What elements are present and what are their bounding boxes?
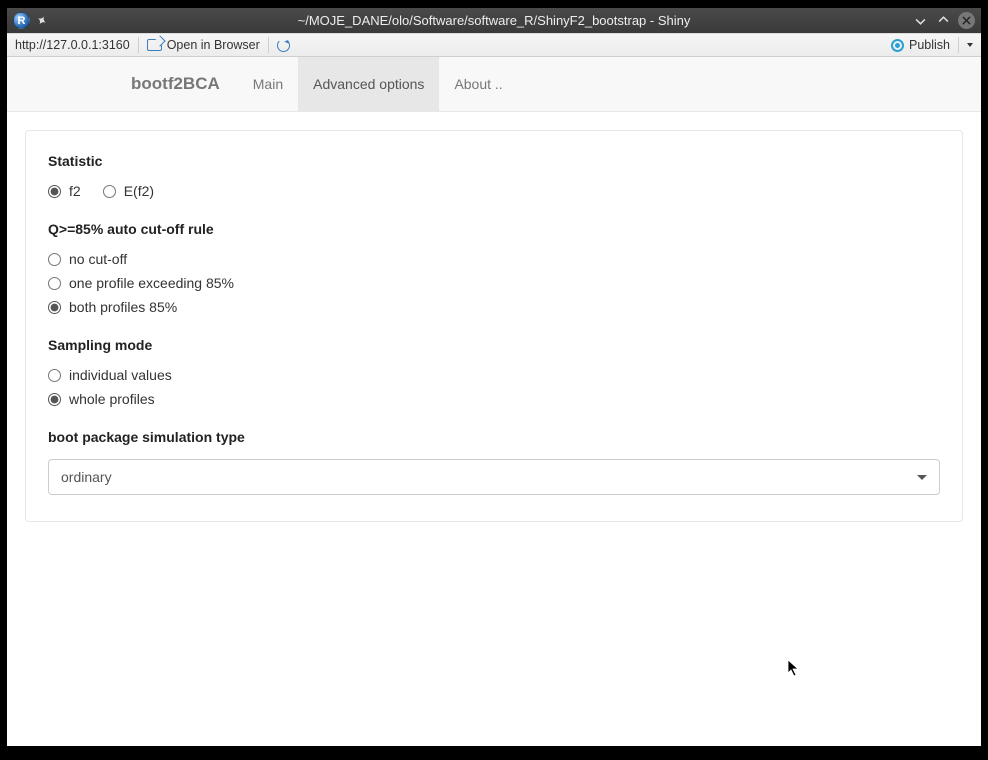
pin-icon[interactable]: ✦ (33, 11, 50, 30)
radio-f2-label: f2 (69, 183, 81, 199)
radio-individual-values-label: individual values (69, 367, 172, 383)
url-display: http://127.0.0.1:3160 (15, 38, 130, 52)
radio-whole-profiles-input[interactable] (48, 393, 61, 406)
toolbar-divider (138, 37, 139, 53)
content-area: Statistic f2 E(f2) Q>=85% auto cut-off r… (7, 112, 981, 746)
open-in-browser-label: Open in Browser (167, 38, 260, 52)
radio-one-profile-label: one profile exceeding 85% (69, 275, 234, 291)
publish-dropdown-caret[interactable] (967, 43, 973, 47)
tab-advanced-options[interactable]: Advanced options (298, 57, 439, 111)
chevron-down-icon (917, 475, 927, 480)
radio-both-profiles-label: both profiles 85% (69, 299, 177, 315)
radio-ef2-input[interactable] (103, 185, 116, 198)
radio-no-cutoff-label: no cut-off (69, 251, 127, 267)
titlebar: R ✦ ~/MOJE_DANE/olo/Software/software_R/… (7, 8, 981, 33)
navbar: bootf2BCA Main Advanced options About .. (7, 57, 981, 112)
sim-type-label: boot package simulation type (48, 429, 940, 445)
publish-label: Publish (909, 38, 950, 52)
sim-type-selected-value: ordinary (61, 469, 112, 485)
close-button[interactable] (958, 12, 975, 29)
tab-about[interactable]: About .. (439, 57, 517, 111)
radio-no-cutoff[interactable]: no cut-off (48, 251, 940, 267)
radio-one-profile[interactable]: one profile exceeding 85% (48, 275, 940, 291)
refresh-icon[interactable] (277, 39, 290, 52)
publish-icon (891, 39, 904, 52)
radio-f2[interactable]: f2 (48, 183, 81, 199)
minimize-button[interactable] (912, 12, 929, 29)
statistic-label: Statistic (48, 153, 940, 169)
radio-ef2[interactable]: E(f2) (103, 183, 154, 199)
radio-whole-profiles-label: whole profiles (69, 391, 155, 407)
radio-whole-profiles[interactable]: whole profiles (48, 391, 940, 407)
sampling-label: Sampling mode (48, 337, 940, 353)
radio-individual-values-input[interactable] (48, 369, 61, 382)
radio-both-profiles-input[interactable] (48, 301, 61, 314)
publish-button[interactable]: Publish (891, 38, 950, 52)
toolbar-divider (268, 37, 269, 53)
maximize-button[interactable] (935, 12, 952, 29)
options-panel: Statistic f2 E(f2) Q>=85% auto cut-off r… (25, 130, 963, 522)
app-toolbar: http://127.0.0.1:3160 Open in Browser Pu… (7, 33, 981, 57)
radio-no-cutoff-input[interactable] (48, 253, 61, 266)
toolbar-divider (958, 37, 959, 53)
radio-ef2-label: E(f2) (124, 183, 154, 199)
radio-both-profiles[interactable]: both profiles 85% (48, 299, 940, 315)
radio-one-profile-input[interactable] (48, 277, 61, 290)
sim-type-select[interactable]: ordinary (48, 459, 940, 495)
rstudio-app-icon: R (13, 12, 30, 29)
radio-individual-values[interactable]: individual values (48, 367, 940, 383)
tab-main[interactable]: Main (238, 57, 298, 111)
navbar-brand: bootf2BCA (131, 57, 238, 111)
browser-icon (147, 39, 162, 51)
radio-f2-input[interactable] (48, 185, 61, 198)
open-in-browser-button[interactable]: Open in Browser (147, 38, 260, 52)
cutoff-label: Q>=85% auto cut-off rule (48, 221, 940, 237)
window-title: ~/MOJE_DANE/olo/Software/software_R/Shin… (7, 13, 981, 28)
